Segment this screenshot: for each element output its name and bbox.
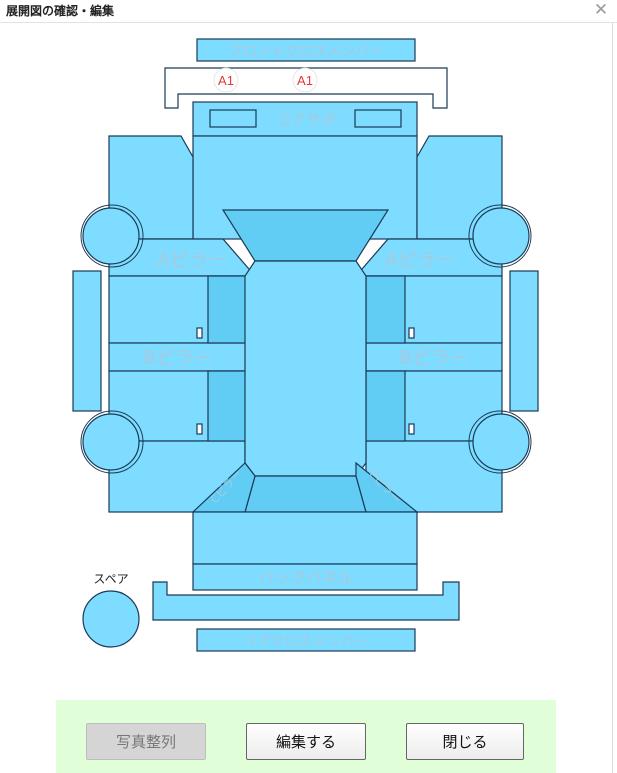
damage-marker-a1-left[interactable]: A1 xyxy=(213,67,239,93)
dialog-border xyxy=(612,22,613,773)
b-pillar-left-label: Bピラー xyxy=(143,347,213,369)
right-rear-handle xyxy=(408,423,415,435)
tire-rear-right[interactable] xyxy=(468,410,532,474)
windshield-panel[interactable] xyxy=(221,209,390,262)
dialog-titlebar: 展開図の確認・編集 ✕ xyxy=(0,0,617,23)
sort-photos-button[interactable]: 写真整列 xyxy=(86,723,206,760)
back-panel-label: バックパネル xyxy=(258,568,353,587)
svg-text:A1: A1 xyxy=(297,73,313,88)
roof-panel[interactable] xyxy=(244,260,367,477)
a-pillar-right-label: Aピラー xyxy=(385,249,455,271)
spare-label: スペア xyxy=(93,572,128,586)
close-button[interactable]: 閉じる xyxy=(406,723,524,760)
a-pillar-left-label: Aピラー xyxy=(157,249,227,271)
left-front-window[interactable] xyxy=(207,275,247,344)
left-rear-window[interactable] xyxy=(207,370,247,442)
vehicle-development-diagram: フロントクロスメンバー コアサポ Aピラー Aピラー Bピラー Bピラー Cピラ… xyxy=(72,38,539,652)
tire-front-left[interactable] xyxy=(80,204,144,268)
damage-marker-a1-right[interactable]: A1 xyxy=(292,67,318,93)
right-rear-window[interactable] xyxy=(365,370,406,442)
left-front-handle xyxy=(196,327,203,339)
core-support-label: コアサポ xyxy=(276,111,336,129)
front-cross-member-label: フロントクロスメンバー xyxy=(229,44,383,60)
left-rocker-panel[interactable] xyxy=(72,270,102,412)
tire-front-right[interactable] xyxy=(468,204,532,268)
left-rear-handle xyxy=(196,423,203,435)
right-front-handle xyxy=(408,327,415,339)
tire-rear-left[interactable] xyxy=(80,410,144,474)
spare-tire[interactable] xyxy=(82,590,140,648)
rear-cross-member-label: リアクロスメンバー xyxy=(243,634,368,650)
edit-button[interactable]: 編集する xyxy=(246,723,366,760)
right-front-window[interactable] xyxy=(365,275,406,344)
dialog-footer: 写真整列 編集する 閉じる xyxy=(56,700,556,773)
b-pillar-right-label: Bピラー xyxy=(399,347,469,369)
dialog-title: 展開図の確認・編集 xyxy=(6,4,115,18)
svg-text:A1: A1 xyxy=(218,73,234,88)
close-icon[interactable]: ✕ xyxy=(590,0,612,20)
trunk-panel[interactable] xyxy=(192,511,418,565)
right-rocker-panel[interactable] xyxy=(509,270,539,412)
rear-window-panel[interactable] xyxy=(244,475,367,513)
